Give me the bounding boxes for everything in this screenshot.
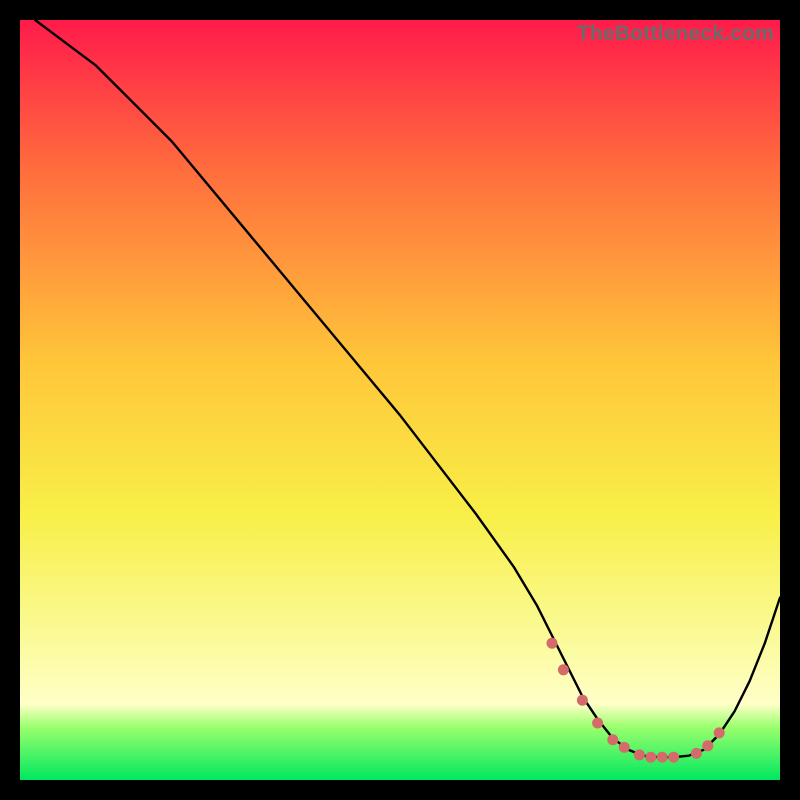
- marker-dot: [547, 638, 558, 649]
- marker-dot: [607, 734, 618, 745]
- marker-dot: [657, 752, 668, 763]
- marker-dot: [577, 695, 588, 706]
- chart-svg: [20, 20, 780, 780]
- marker-dot: [714, 727, 725, 738]
- chart-frame: TheBottleneck.com: [20, 20, 780, 780]
- gradient-background: [20, 20, 780, 780]
- marker-dot: [702, 740, 713, 751]
- marker-dot: [558, 664, 569, 675]
- marker-dot: [691, 748, 702, 759]
- marker-dot: [634, 749, 645, 760]
- marker-dot: [619, 742, 630, 753]
- marker-dot: [668, 752, 679, 763]
- marker-dot: [592, 718, 603, 729]
- marker-dot: [645, 752, 656, 763]
